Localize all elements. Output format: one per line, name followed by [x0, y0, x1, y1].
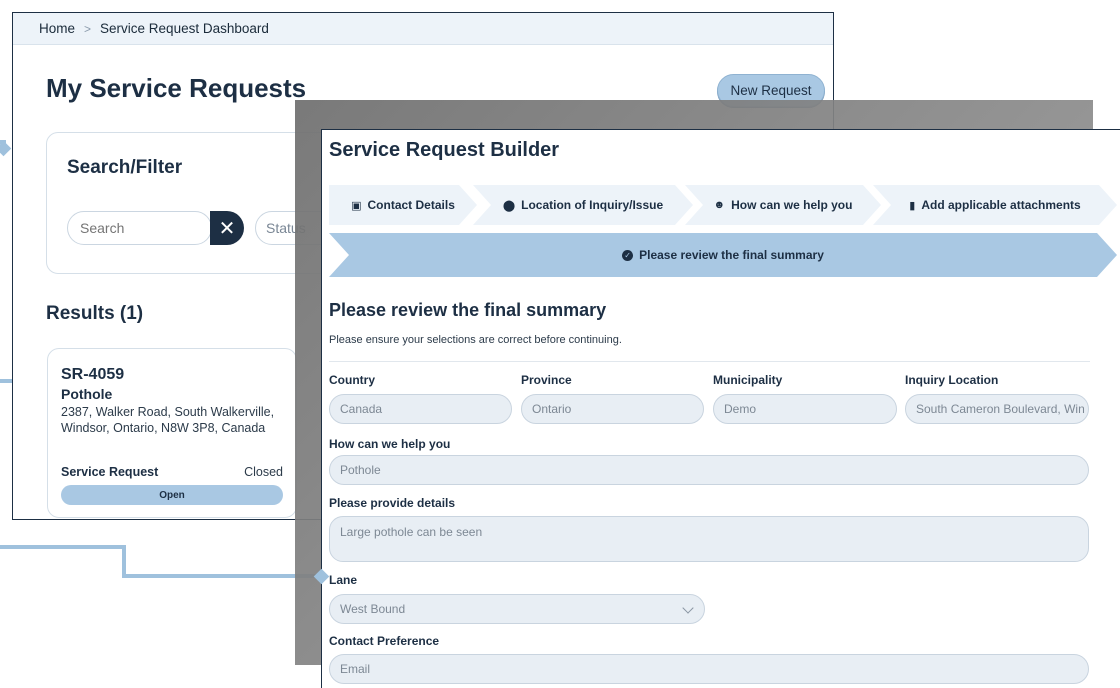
breadcrumb-home[interactable]: Home — [39, 21, 75, 36]
breadcrumb-current: Service Request Dashboard — [100, 21, 269, 36]
breadcrumb: Home > Service Request Dashboard — [13, 13, 833, 45]
step-bar: ▣ Contact Details ⬤ Location of Inquiry/… — [329, 185, 1117, 225]
breadcrumb-chevron-icon: > — [84, 21, 92, 36]
request-card[interactable]: SR-4059 Pothole 2387, Walker Road, South… — [47, 348, 297, 518]
card-address: 2387, Walker Road, South Walkerville, Wi… — [61, 405, 275, 435]
step-review-summary[interactable]: ✓ Please review the final summary — [329, 233, 1117, 277]
lane-select[interactable]: West Bound — [329, 594, 705, 624]
clear-search-icon[interactable]: ✕ — [210, 211, 244, 245]
help-field[interactable]: Pothole — [329, 455, 1089, 485]
province-label: Province — [521, 373, 572, 387]
chevron-down-icon — [682, 602, 694, 614]
section-subtitle: Please ensure your selections are correc… — [329, 334, 622, 346]
card-service-label: Service Request — [61, 465, 159, 479]
lane-label: Lane — [329, 573, 358, 587]
divider — [329, 361, 1090, 362]
inquiry-location-field[interactable]: South Cameron Boulevard, Win — [905, 394, 1089, 424]
country-label: Country — [329, 373, 375, 387]
connector-diamond-top — [0, 140, 12, 157]
page-title: My Service Requests — [46, 73, 307, 103]
connector-line-bottom-1 — [0, 545, 126, 549]
municipality-label: Municipality — [713, 373, 783, 387]
card-status-row: Service Request Closed — [61, 465, 283, 479]
results-title: Results (1) — [46, 303, 144, 324]
lane-select-value: West Bound — [340, 602, 406, 616]
province-field[interactable]: Ontario — [521, 394, 704, 424]
step-label: Add applicable attachments — [921, 198, 1081, 212]
card-id: SR-4059 — [61, 366, 125, 383]
step-label: Location of Inquiry/Issue — [521, 198, 664, 212]
section-title: Please review the final summary — [329, 300, 607, 320]
filter-title: Search/Filter — [67, 157, 183, 178]
step-contact-details[interactable]: ▣ Contact Details — [329, 185, 477, 225]
id-card-icon: ▣ — [351, 199, 362, 212]
card-open-button[interactable]: Open — [61, 485, 283, 505]
builder-window: Service Request Builder ▣ Contact Detail… — [321, 129, 1120, 688]
step-attachments[interactable]: ▮ Add applicable attachments — [873, 185, 1117, 225]
municipality-field[interactable]: Demo — [713, 394, 897, 424]
contact-field[interactable]: Email — [329, 654, 1089, 684]
connector-line-bottom-3 — [122, 574, 320, 578]
person-help-icon: ☻ — [713, 199, 726, 211]
builder-title: Service Request Builder — [329, 139, 560, 161]
card-type: Pothole — [61, 386, 113, 402]
step-label: Contact Details — [367, 198, 455, 212]
country-field[interactable]: Canada — [329, 394, 512, 424]
card-status-value: Closed — [244, 465, 283, 479]
map-pin-icon: ⬤ — [502, 199, 516, 212]
step-label: Please review the final summary — [639, 248, 824, 262]
details-textarea[interactable]: Large pothole can be seen — [329, 516, 1089, 562]
step-location[interactable]: ⬤ Location of Inquiry/Issue — [473, 185, 693, 225]
stage: Home > Service Request Dashboard My Serv… — [0, 0, 1120, 688]
details-label: Please provide details — [329, 496, 456, 510]
check-circle-icon: ✓ — [622, 250, 633, 261]
inquiry-location-label: Inquiry Location — [905, 373, 999, 387]
help-label: How can we help you — [329, 437, 451, 451]
file-icon: ▮ — [909, 199, 916, 212]
step-label: How can we help you — [731, 198, 853, 212]
step-how-help[interactable]: ☻ How can we help you — [685, 185, 881, 225]
contact-label: Contact Preference — [329, 634, 440, 648]
search-input[interactable] — [67, 211, 212, 245]
